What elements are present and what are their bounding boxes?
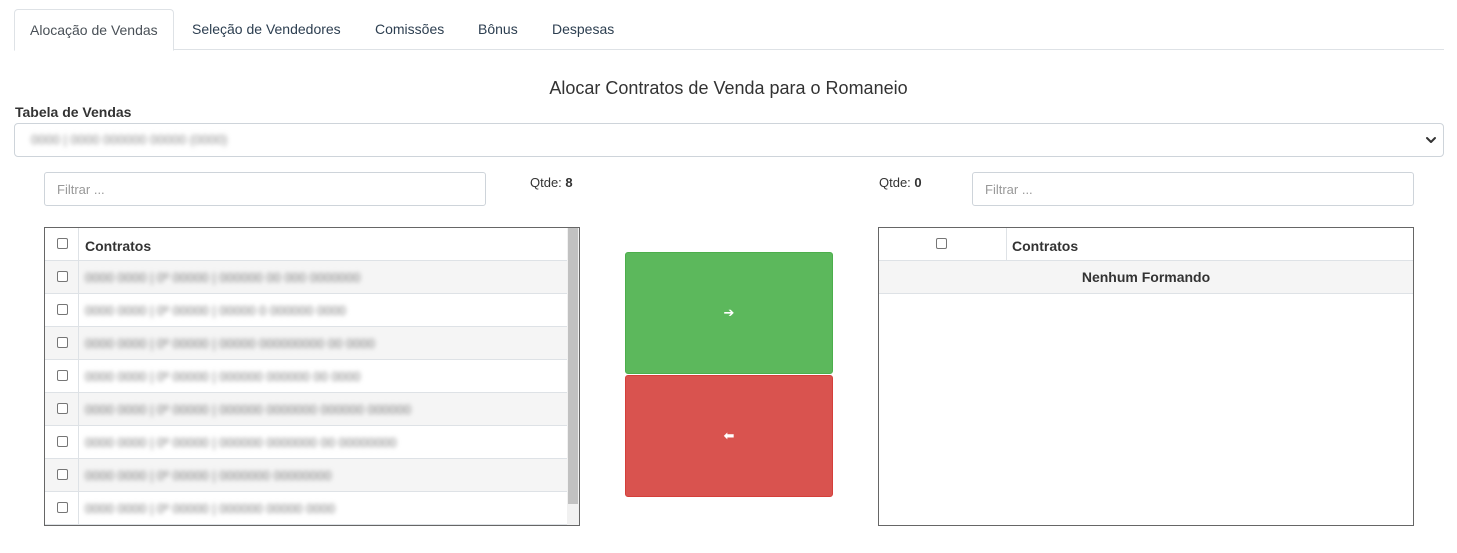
column-divider [78, 492, 79, 525]
row-checkbox[interactable] [57, 403, 68, 414]
arrow-left-icon: ⬅ [723, 428, 735, 443]
select-all-checkbox[interactable] [57, 238, 68, 249]
table-row[interactable]: 0000 0000 | 0º 00000 | 000000 00000 0000 [45, 492, 567, 525]
column-divider [78, 228, 79, 261]
contract-label: 0000 0000 | 0º 00000 | 000000 0000000 00… [85, 435, 397, 450]
right-qtde: Qtde: 0 [879, 175, 922, 190]
table-row[interactable]: 0000 0000 | 0º 00000 | 0000000 00000000 [45, 459, 567, 492]
right-contracts-table: Contratos Nenhum Formando [878, 227, 1414, 526]
tab-bar: Alocação de Vendas Seleção de Vendedores… [14, 9, 1444, 51]
row-checkbox[interactable] [57, 370, 68, 381]
table-row[interactable]: 0000 0000 | 0º 00000 | 00000 0 000000 00… [45, 294, 567, 327]
row-checkbox[interactable] [57, 469, 68, 480]
row-checkbox[interactable] [57, 337, 68, 348]
chevron-down-icon [1426, 137, 1436, 143]
row-checkbox[interactable] [57, 502, 68, 513]
column-divider [78, 393, 79, 426]
column-divider [78, 327, 79, 360]
contract-label: 0000 0000 | 0º 00000 | 0000000 00000000 [85, 468, 332, 483]
tab-alocacao-vendas[interactable]: Alocação de Vendas [14, 9, 174, 51]
right-qtde-label: Qtde: [879, 175, 911, 190]
table-row[interactable]: 0000 0000 | 0º 00000 | 000000 0000000 00… [45, 393, 567, 426]
contract-label: 0000 0000 | 0º 00000 | 000000 00000 0000 [85, 501, 336, 516]
left-table-scrollbar[interactable] [567, 228, 579, 525]
contract-label: 0000 0000 | 0º 00000 | 00000 000000000 0… [85, 336, 375, 351]
tab-comissoes[interactable]: Comissões [375, 9, 444, 50]
left-qtde-value: 8 [565, 175, 573, 190]
column-divider [78, 360, 79, 393]
contract-label: 0000 0000 | 0º 00000 | 000000 000000 00 … [85, 369, 361, 384]
left-contracts-table: Contratos 0000 0000 | 0º 00000 | 000000 … [44, 227, 580, 526]
right-qtde-value: 0 [914, 175, 922, 190]
table-row[interactable]: 0000 0000 | 0º 00000 | 000000 000000 00 … [45, 360, 567, 393]
contract-label: 0000 0000 | 0º 00000 | 000000 00 000 000… [85, 270, 361, 285]
sales-table-select[interactable]: 0000 | 0000 000000 00000 (0000) [14, 123, 1444, 157]
column-divider [78, 261, 79, 294]
arrow-right-icon: ➔ [723, 305, 735, 320]
left-qtde-label: Qtde: [530, 175, 562, 190]
column-divider [1006, 228, 1007, 261]
column-divider [78, 426, 79, 459]
table-row[interactable]: 0000 0000 | 0º 00000 | 000000 00 000 000… [45, 261, 567, 294]
table-header-row: Contratos [45, 228, 567, 261]
table-row[interactable]: 0000 0000 | 0º 00000 | 000000 0000000 00… [45, 426, 567, 459]
table-row[interactable]: 0000 0000 | 0º 00000 | 00000 000000000 0… [45, 327, 567, 360]
right-filter-input[interactable] [972, 172, 1414, 206]
row-checkbox[interactable] [57, 436, 68, 447]
left-filter-input[interactable] [44, 172, 486, 206]
table-header-row: Contratos [879, 228, 1413, 261]
move-left-button[interactable]: ⬅ [625, 375, 833, 497]
sales-table-selected-value: 0000 | 0000 000000 00000 (0000) [31, 132, 228, 147]
row-checkbox[interactable] [57, 271, 68, 282]
column-divider [78, 294, 79, 327]
sales-table-label: Tabela de Vendas [15, 104, 132, 120]
contract-label: 0000 0000 | 0º 00000 | 000000 0000000 00… [85, 402, 411, 417]
page-title: Alocar Contratos de Venda para o Romanei… [549, 78, 908, 98]
select-all-checkbox[interactable] [936, 238, 947, 249]
row-checkbox[interactable] [57, 304, 68, 315]
left-qtde: Qtde: 8 [530, 175, 573, 190]
column-header-contratos: Contratos [1012, 238, 1079, 254]
empty-message: Nenhum Formando [879, 261, 1413, 294]
move-right-button[interactable]: ➔ [625, 252, 833, 374]
contract-label: 0000 0000 | 0º 00000 | 00000 0 000000 00… [85, 303, 346, 318]
scrollbar-thumb[interactable] [568, 228, 578, 504]
tab-bonus[interactable]: Bônus [478, 9, 518, 50]
tab-selecao-vendedores[interactable]: Seleção de Vendedores [192, 9, 341, 50]
column-header-contratos: Contratos [85, 238, 152, 254]
tab-despesas[interactable]: Despesas [552, 9, 614, 50]
column-divider [78, 459, 79, 492]
